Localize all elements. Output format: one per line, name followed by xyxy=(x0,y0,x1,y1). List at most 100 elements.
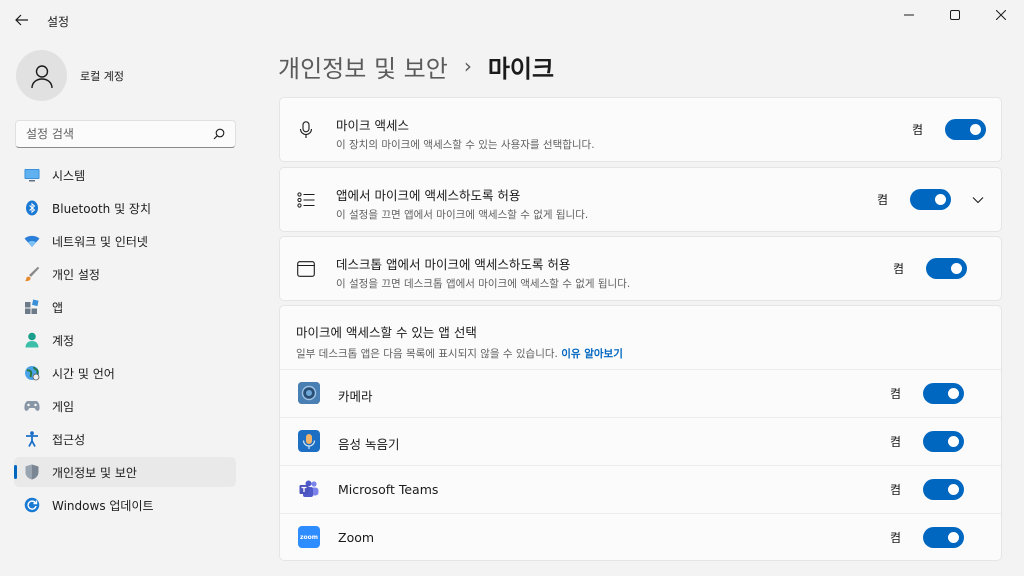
app-title: 설정 xyxy=(47,15,70,29)
sidebar-item-apps[interactable]: 앱 xyxy=(14,292,236,322)
minimize-button[interactable] xyxy=(886,0,932,30)
network-icon xyxy=(24,233,40,249)
toggle-state-label: 켬 xyxy=(892,262,904,276)
setting-title: 데스크톱 앱에서 마이크에 액세스하도록 허용 xyxy=(336,257,571,272)
app-list-subtitle: 일부 데스크톱 앱은 다음 목록에 표시되지 않을 수 있습니다. 이유 알아보… xyxy=(296,346,985,361)
list-icon xyxy=(296,190,316,210)
sidebar-item-label: 네트워크 및 인터넷 xyxy=(52,234,148,249)
setting-control: 켬 xyxy=(893,258,967,279)
sidebar-item-label: 게임 xyxy=(52,399,75,414)
setting-text: 마이크 액세스 이 장치의 마이크에 액세스할 수 있는 사용자를 선택합니다. xyxy=(336,115,595,152)
search-box[interactable] xyxy=(15,120,236,148)
globe-icon xyxy=(24,365,40,381)
app-control: 켬 xyxy=(890,479,964,500)
sidebar-item-label: 개인 설정 xyxy=(52,267,100,282)
learn-why-link[interactable]: 이유 알아보기 xyxy=(561,348,623,360)
sidebar-item-windows-update[interactable]: Windows 업데이트 xyxy=(14,490,236,520)
apps-icon xyxy=(24,299,40,315)
profile[interactable]: 로컬 계정 xyxy=(16,50,124,101)
zoom-logo-text: zoom xyxy=(300,533,318,541)
sidebar-item-bluetooth[interactable]: Bluetooth 및 장치 xyxy=(14,193,236,223)
setting-row: 마이크 액세스 이 장치의 마이크에 액세스할 수 있는 사용자를 선택합니다.… xyxy=(280,98,1001,161)
sidebar: 로컬 계정 시스템 Bluetooth 및 장치 네트워크 및 인터넷 xyxy=(0,40,248,576)
minimize-icon xyxy=(904,14,914,16)
sidebar-item-system[interactable]: 시스템 xyxy=(14,160,236,190)
voice-recorder-icon xyxy=(298,430,320,452)
app-list-card: 마이크에 액세스할 수 있는 앱 선택 일부 데스크톱 앱은 다음 목록에 표시… xyxy=(279,305,1002,561)
sidebar-item-label: Windows 업데이트 xyxy=(52,498,154,513)
zoom-toggle[interactable] xyxy=(923,527,964,548)
close-button[interactable] xyxy=(978,0,1024,30)
toggle-state-label: 켬 xyxy=(911,123,923,137)
setting-control: 켬 xyxy=(912,119,986,140)
setting-control: 켬 xyxy=(877,189,985,210)
sidebar-item-label: 개인정보 및 보안 xyxy=(52,465,137,480)
app-name: 카메라 xyxy=(338,389,373,404)
toggle-state-label: 켬 xyxy=(889,531,901,545)
setting-text: 앱에서 마이크에 액세스하도록 허용 이 설정을 끄면 앱에서 마이크에 액세스… xyxy=(336,185,588,222)
sidebar-item-time-language[interactable]: 시간 및 언어 xyxy=(14,358,236,388)
app-control: 켬 xyxy=(890,527,964,548)
teams-toggle[interactable] xyxy=(923,479,964,500)
search-icon[interactable] xyxy=(213,128,225,140)
sidebar-item-label: Bluetooth 및 장치 xyxy=(52,201,152,216)
app-row-zoom: zoom Zoom 켬 xyxy=(280,514,1001,562)
page-title: 마이크 xyxy=(487,54,555,83)
setting-subtitle: 이 설정을 끄면 데스크톱 앱에서 마이크에 액세스할 수 없게 됩니다. xyxy=(336,278,631,290)
setting-title: 앱에서 마이크에 액세스하도록 허용 xyxy=(336,188,521,203)
shield-icon xyxy=(24,464,40,480)
apps-access-card[interactable]: 앱에서 마이크에 액세스하도록 허용 이 설정을 끄면 앱에서 마이크에 액세스… xyxy=(279,167,1002,232)
app-row-camera: 카메라 켬 xyxy=(280,370,1001,418)
back-button[interactable] xyxy=(10,8,34,32)
window-icon xyxy=(296,259,316,279)
sidebar-item-gaming[interactable]: 게임 xyxy=(14,391,236,421)
setting-row: 데스크톱 앱에서 마이크에 액세스하도록 허용 이 설정을 끄면 데스크톱 앱에… xyxy=(280,237,1001,300)
app-control: 켬 xyxy=(890,383,964,404)
voice-recorder-toggle[interactable] xyxy=(923,431,964,452)
maximize-icon xyxy=(950,10,960,20)
person-icon xyxy=(30,64,53,88)
profile-name: 로컬 계정 xyxy=(80,69,124,83)
setting-subtitle: 이 설정을 끄면 앱에서 마이크에 액세스할 수 없게 됩니다. xyxy=(336,209,589,221)
sidebar-item-label: 접근성 xyxy=(52,432,86,447)
toggle-state-label: 켬 xyxy=(889,483,901,497)
breadcrumb: 개인정보 및 보안 › 마이크 xyxy=(278,48,554,84)
maximize-button[interactable] xyxy=(932,0,978,30)
sidebar-item-label: 시간 및 언어 xyxy=(52,366,115,381)
window-controls xyxy=(886,0,1024,30)
microphone-access-card: 마이크 액세스 이 장치의 마이크에 액세스할 수 있는 사용자를 선택합니다.… xyxy=(279,97,1002,162)
sidebar-item-network[interactable]: 네트워크 및 인터넷 xyxy=(14,226,236,256)
desktop-apps-access-card: 데스크톱 앱에서 마이크에 액세스하도록 허용 이 설정을 끄면 데스크톱 앱에… xyxy=(279,236,1002,301)
microphone-access-toggle[interactable] xyxy=(945,119,986,140)
account-icon xyxy=(24,332,40,348)
microphone-icon xyxy=(296,120,316,140)
sidebar-item-privacy-security[interactable]: 개인정보 및 보안 xyxy=(14,457,236,487)
camera-app-toggle[interactable] xyxy=(923,383,964,404)
toggle-state-label: 켬 xyxy=(889,387,901,401)
gamepad-icon xyxy=(24,398,40,414)
accessibility-icon xyxy=(24,431,40,447)
search-input[interactable] xyxy=(26,127,213,141)
avatar xyxy=(16,50,67,101)
title-bar: 설정 xyxy=(0,0,1024,40)
bluetooth-icon xyxy=(24,200,40,216)
sidebar-item-accounts[interactable]: 계정 xyxy=(14,325,236,355)
breadcrumb-parent[interactable]: 개인정보 및 보안 xyxy=(278,49,448,84)
sidebar-item-personalization[interactable]: 개인 설정 xyxy=(14,259,236,289)
app-control: 켬 xyxy=(890,431,964,452)
apps-access-toggle[interactable] xyxy=(910,189,951,210)
sidebar-item-accessibility[interactable]: 접근성 xyxy=(14,424,236,454)
app-name: Zoom xyxy=(338,530,375,545)
brush-icon xyxy=(24,266,40,282)
sidebar-item-label: 시스템 xyxy=(52,168,86,183)
app-name: Microsoft Teams xyxy=(338,482,439,497)
update-icon xyxy=(24,497,40,513)
app-row-microsoft-teams: Microsoft Teams 켬 xyxy=(280,466,1001,514)
camera-app-icon xyxy=(298,382,320,404)
desktop-apps-access-toggle[interactable] xyxy=(926,258,967,279)
sidebar-item-label: 앱 xyxy=(52,300,64,315)
chevron-down-icon[interactable] xyxy=(971,193,985,207)
setting-text: 데스크톱 앱에서 마이크에 액세스하도록 허용 이 설정을 끄면 데스크톱 앱에… xyxy=(336,254,630,291)
app-list-note: 일부 데스크톱 앱은 다음 목록에 표시되지 않을 수 있습니다. xyxy=(296,348,558,360)
setting-title: 마이크 액세스 xyxy=(336,118,409,133)
